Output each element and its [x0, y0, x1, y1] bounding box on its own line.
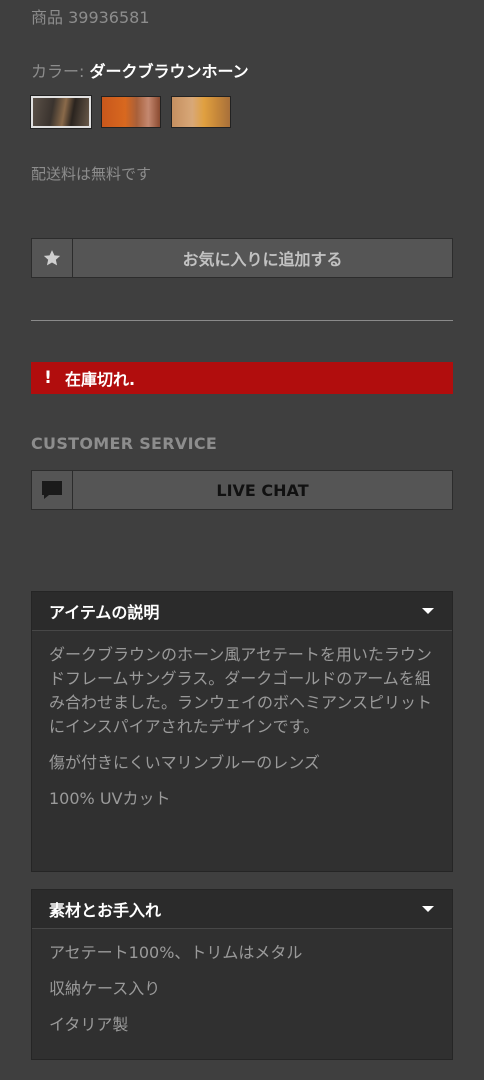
- chat-bubble-icon: [32, 471, 73, 509]
- color-swatch-honey-tortoise[interactable]: [171, 96, 231, 128]
- materials-paragraph: アセテート100%、トリムはメタル: [49, 943, 303, 962]
- materials-care-header[interactable]: 素材とお手入れ: [32, 890, 452, 929]
- shipping-info: 配送料は無料です: [31, 165, 152, 183]
- color-label: カラー:: [31, 62, 90, 81]
- materials-care-title: 素材とお手入れ: [49, 901, 162, 920]
- description-paragraph: 傷が付きにくいマリンブルーのレンズ: [49, 753, 320, 772]
- live-chat-label: LIVE CHAT: [216, 480, 309, 500]
- out-of-stock-text: 在庫切れ.: [65, 370, 136, 389]
- item-description-body: ダークブラウンのホーン風アセテートを用いたラウンドフレームサングラス。ダークゴー…: [32, 631, 452, 811]
- materials-care-body: アセテート100%、トリムはメタル 収納ケース入り イタリア製: [32, 929, 452, 1037]
- customer-service-heading: CUSTOMER SERVICE: [31, 434, 218, 453]
- color-swatch-orange-tortoise[interactable]: [101, 96, 161, 128]
- chevron-down-icon: [422, 906, 434, 912]
- divider: [31, 320, 453, 321]
- color-swatches: [30, 95, 231, 129]
- description-paragraph: ダークブラウンのホーン風アセテートを用いたラウンドフレームサングラス。ダークゴー…: [49, 645, 433, 736]
- add-to-favorites-label: お気に入りに追加する: [182, 250, 343, 269]
- item-description-accordion: アイテムの説明 ダークブラウンのホーン風アセテートを用いたラウンドフレームサング…: [31, 591, 453, 872]
- alert-icon: !: [44, 368, 52, 388]
- materials-paragraph: 収納ケース入り: [49, 979, 161, 998]
- materials-care-accordion: 素材とお手入れ アセテート100%、トリムはメタル 収納ケース入り イタリア製: [31, 889, 453, 1060]
- item-description-header[interactable]: アイテムの説明: [32, 592, 452, 631]
- chevron-down-icon: [422, 608, 434, 614]
- selected-color-name: ダークブラウンホーン: [89, 62, 249, 81]
- description-paragraph: 100% UVカット: [49, 789, 171, 808]
- color-swatch-dark-brown-horn[interactable]: [30, 95, 92, 129]
- out-of-stock-banner: ! 在庫切れ.: [31, 362, 453, 394]
- star-icon: [32, 239, 73, 277]
- live-chat-button[interactable]: LIVE CHAT: [31, 470, 453, 510]
- item-description-title: アイテムの説明: [49, 603, 160, 622]
- product-sku: 商品 39936581: [31, 8, 150, 27]
- color-selection-label: カラー: ダークブラウンホーン: [31, 58, 249, 82]
- materials-paragraph: イタリア製: [49, 1015, 129, 1034]
- add-to-favorites-button[interactable]: お気に入りに追加する: [31, 238, 453, 278]
